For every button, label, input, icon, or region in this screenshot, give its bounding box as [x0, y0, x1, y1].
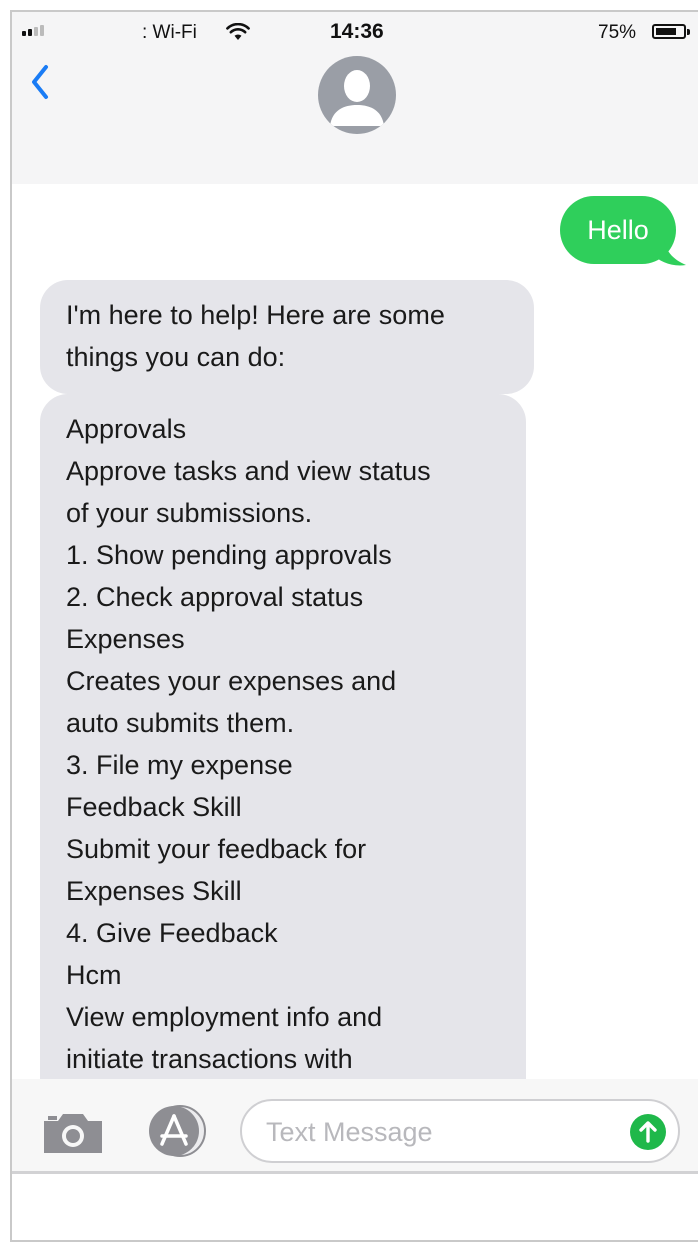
- message-line: 2. Check approval status: [66, 582, 364, 612]
- message-line: Creates your expenses and: [66, 666, 397, 696]
- outgoing-message-text: Hello: [587, 214, 649, 245]
- message-line: of your submissions.: [66, 498, 313, 528]
- conversation-header: : Wi-Fi 14:36 75%: [12, 12, 698, 186]
- message-line: View employment info and: [66, 1002, 383, 1032]
- camera-icon: [44, 1114, 102, 1153]
- message-line: Expenses: [66, 624, 185, 654]
- signal-bars-icon: [22, 25, 44, 36]
- message-line: Feedback Skill: [66, 792, 242, 822]
- phone-screen: : Wi-Fi 14:36 75% Hello I'm here to help…: [10, 10, 698, 1242]
- battery-percent: 75%: [598, 22, 637, 43]
- contact-avatar[interactable]: [318, 56, 396, 134]
- message-line: Submit your feedback for: [66, 834, 367, 864]
- incoming-message-bubble: I'm here to help! Here are some things y…: [40, 280, 534, 394]
- bubble-tail: [652, 240, 686, 266]
- message-line: 3. File my expense: [66, 750, 293, 780]
- message-line: Hcm: [66, 960, 122, 990]
- chevron-left-icon: [32, 65, 48, 99]
- keyboard-area: [12, 1174, 698, 1240]
- message-line: things you can do:: [66, 342, 286, 372]
- status-time: 14:36: [330, 20, 384, 43]
- message-input[interactable]: [264, 1111, 608, 1153]
- message-line: Approvals: [66, 414, 187, 444]
- compose-bar: [12, 1079, 698, 1174]
- message-line: 4. Give Feedback: [66, 918, 278, 948]
- incoming-message-bubble: Approvals Approve tasks and view status …: [40, 394, 526, 1079]
- app-store-button[interactable]: [140, 1105, 210, 1162]
- message-line: Approve tasks and view status: [66, 456, 431, 486]
- status-bar: : Wi-Fi 14:36 75%: [12, 12, 698, 52]
- message-line: auto submits them.: [66, 708, 295, 738]
- send-arrow-up-icon: [639, 1121, 657, 1143]
- app-store-icon: [149, 1105, 206, 1157]
- message-line: 1. Show pending approvals: [66, 540, 392, 570]
- message-line: Expenses Skill: [66, 876, 242, 906]
- back-button[interactable]: [30, 64, 50, 105]
- person-silhouette-icon: [330, 70, 384, 126]
- battery-icon: [652, 24, 690, 39]
- message-line: initiate transactions with: [66, 1044, 353, 1074]
- send-button[interactable]: [630, 1114, 666, 1150]
- message-line: I'm here to help! Here are some: [66, 300, 445, 330]
- wifi-icon: [226, 22, 250, 46]
- message-input-field[interactable]: [240, 1099, 680, 1163]
- camera-button[interactable]: [42, 1113, 104, 1158]
- carrier-label: : Wi-Fi: [142, 22, 197, 43]
- message-thread[interactable]: Hello I'm here to help! Here are some th…: [12, 184, 698, 1079]
